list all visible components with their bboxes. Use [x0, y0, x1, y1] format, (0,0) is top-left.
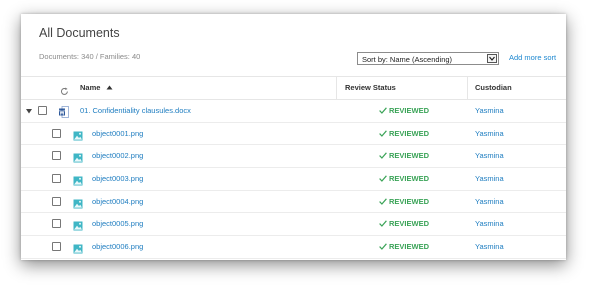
review-status-label: REVIEWED — [389, 151, 430, 161]
document-name-link[interactable]: object0005.png — [92, 213, 143, 235]
document-count: Documents: 340 / Families: 40 — [39, 52, 141, 61]
document-name-link[interactable]: object0006.png — [92, 236, 143, 258]
custodian-link[interactable]: Yasmina — [475, 145, 504, 167]
table-row[interactable]: object0004.png REVIEWED Yasmina — [21, 191, 566, 214]
review-status-label: REVIEWED — [389, 174, 430, 184]
table-row[interactable]: object0002.png REVIEWED Yasmina — [21, 145, 566, 169]
custodian-link[interactable]: Yasmina — [475, 168, 504, 190]
table-row[interactable]: object0003.png REVIEWED Yasmina — [21, 168, 566, 191]
column-header-custodian[interactable]: Custodian — [475, 77, 512, 99]
custodian-link[interactable]: Yasmina — [475, 100, 504, 122]
review-status: REVIEWED — [379, 191, 429, 213]
checkmark-icon — [379, 152, 387, 160]
refresh-icon[interactable] — [60, 83, 69, 101]
documents-table: Name Review Status Custodian 01. Confide… — [21, 76, 566, 259]
row-checkbox[interactable] — [52, 242, 61, 252]
review-status-label: REVIEWED — [389, 242, 430, 252]
review-status-label: REVIEWED — [389, 106, 430, 115]
review-status: REVIEWED — [379, 168, 429, 190]
review-status-label: REVIEWED — [389, 219, 430, 229]
checkmark-icon — [379, 107, 387, 114]
row-checkbox[interactable] — [52, 151, 61, 161]
table-row[interactable]: object0005.png REVIEWED Yasmina — [21, 213, 566, 237]
table-row[interactable]: object0006.png REVIEWED Yasmina — [21, 236, 566, 259]
image-file-icon — [73, 128, 83, 146]
expand-caret-icon[interactable] — [26, 109, 32, 114]
custodian-link[interactable]: Yasmina — [475, 191, 504, 213]
column-header-status[interactable]: Review Status — [345, 77, 396, 99]
row-checkbox[interactable] — [38, 106, 47, 115]
row-checkbox[interactable] — [52, 219, 61, 229]
review-status: REVIEWED — [379, 213, 429, 235]
custodian-link[interactable]: Yasmina — [475, 123, 504, 145]
sort-ascending-icon — [106, 85, 113, 90]
custodian-link[interactable]: Yasmina — [475, 236, 504, 258]
sort-select-value: Sort by: Name (Ascending) — [362, 55, 453, 64]
table-row-parent[interactable]: 01. Confidentiality clausules.docx REVIE… — [21, 100, 566, 123]
row-checkbox[interactable] — [52, 174, 61, 184]
review-status: REVIEWED — [379, 100, 429, 122]
document-name-link[interactable]: object0002.png — [92, 145, 143, 167]
checkmark-icon — [379, 243, 387, 251]
sort-select[interactable]: Sort by: Name (Ascending) — [357, 52, 499, 65]
checkmark-icon — [379, 220, 387, 228]
image-file-icon — [73, 196, 83, 214]
checkmark-icon — [379, 175, 387, 182]
review-status-label: REVIEWED — [389, 128, 430, 138]
image-file-icon — [73, 173, 83, 191]
image-file-icon — [73, 241, 83, 259]
review-status: REVIEWED — [379, 123, 429, 145]
row-checkbox[interactable] — [52, 196, 61, 206]
document-name-link[interactable]: object0004.png — [92, 191, 143, 213]
word-document-icon — [59, 105, 69, 123]
add-more-sort-link[interactable]: Add more sort — [509, 53, 556, 62]
checkmark-icon — [379, 130, 387, 137]
table-header: Name Review Status Custodian — [21, 76, 566, 100]
custodian-link[interactable]: Yasmina — [475, 213, 504, 235]
chevron-down-icon[interactable] — [487, 54, 497, 63]
column-divider — [336, 77, 337, 99]
column-header-name[interactable]: Name — [80, 77, 113, 99]
page-title: All Documents — [39, 26, 120, 40]
document-name-link[interactable]: object0003.png — [92, 168, 143, 190]
column-header-name-label: Name — [80, 83, 101, 92]
document-name-link[interactable]: 01. Confidentiality clausules.docx — [80, 100, 191, 122]
documents-panel: All Documents Documents: 340 / Families:… — [21, 14, 566, 260]
checkmark-icon — [379, 198, 387, 205]
image-file-icon — [73, 150, 83, 168]
review-status: REVIEWED — [379, 236, 429, 258]
review-status-label: REVIEWED — [389, 196, 430, 206]
table-row[interactable]: object0001.png REVIEWED Yasmina — [21, 123, 566, 146]
column-divider — [467, 77, 468, 99]
row-checkbox[interactable] — [52, 128, 61, 138]
image-file-icon — [73, 218, 83, 236]
review-status: REVIEWED — [379, 145, 429, 167]
document-name-link[interactable]: object0001.png — [92, 123, 143, 145]
